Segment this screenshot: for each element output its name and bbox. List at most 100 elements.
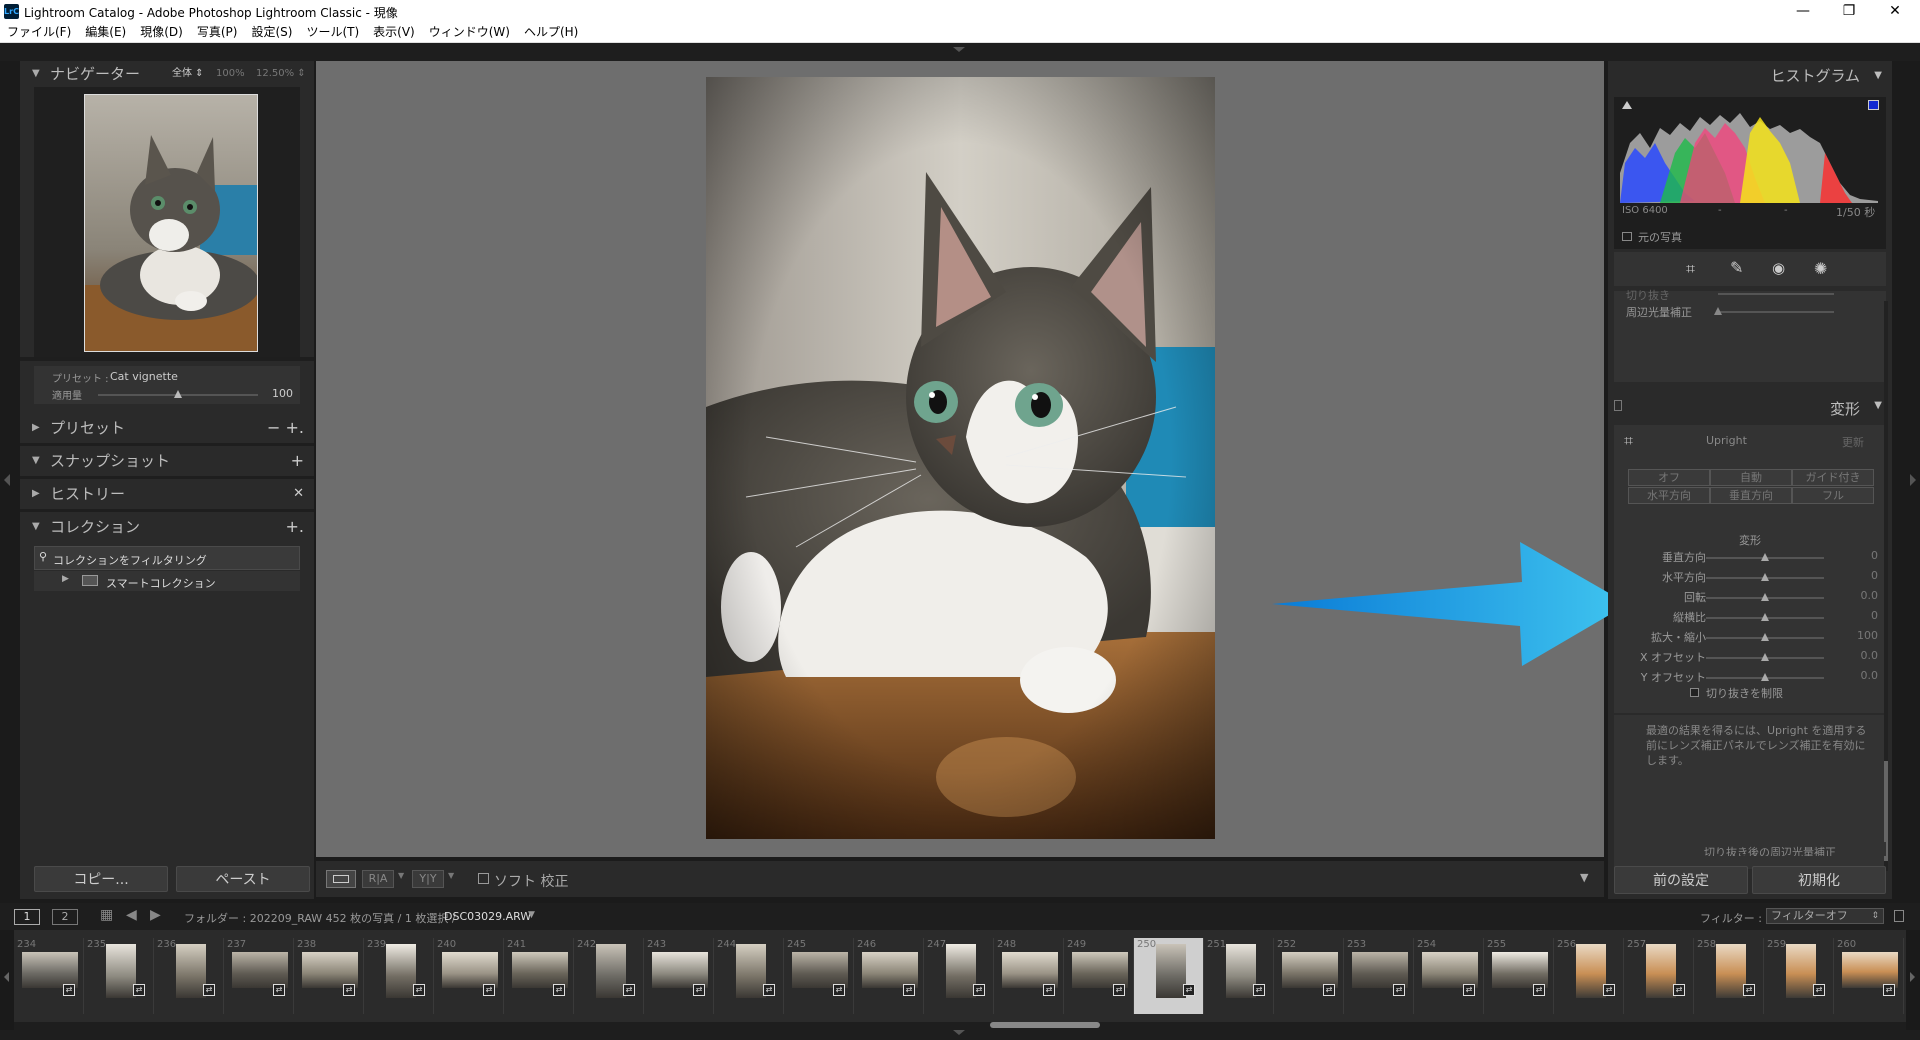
expand-triangle-icon[interactable]: ▶ xyxy=(62,574,69,584)
transform-slider-row[interactable]: 垂直方向 0 xyxy=(1608,549,1892,567)
minimize-button[interactable]: — xyxy=(1780,0,1826,22)
panel-toggle-switch[interactable] xyxy=(1614,400,1622,411)
crop-icon[interactable]: ⌗ xyxy=(1686,259,1695,279)
thumbnail-image[interactable] xyxy=(386,944,416,998)
filmstrip-thumbnail[interactable]: 255 ⇄ xyxy=(1484,938,1554,1014)
filmstrip-thumbnail[interactable]: 238 ⇄ xyxy=(294,938,364,1014)
slider-value[interactable]: 0.0 xyxy=(1838,649,1879,662)
filter-dropdown[interactable]: フィルターオフ ⇕ xyxy=(1766,908,1884,924)
original-photo-checkbox[interactable] xyxy=(1622,232,1632,241)
slider-value[interactable]: 100 xyxy=(1838,629,1878,642)
filmstrip-thumbnail[interactable]: 248 ⇄ xyxy=(994,938,1064,1014)
histogram-graph[interactable] xyxy=(1620,103,1878,203)
filmstrip-thumbnail[interactable]: 259 ⇄ xyxy=(1764,938,1834,1014)
upright-full-button[interactable]: フル xyxy=(1792,487,1874,504)
dropdown-arrow-icon[interactable]: ⇕ xyxy=(1871,909,1879,923)
dropdown-arrow-icon[interactable]: ▼ xyxy=(528,910,535,920)
previous-settings-button[interactable]: 前の設定 xyxy=(1614,866,1748,894)
filmstrip-thumbnail[interactable]: 246 ⇄ xyxy=(854,938,924,1014)
heal-icon[interactable]: ✎ xyxy=(1730,258,1743,277)
folder-info[interactable]: フォルダー : 202209_RAW 452 枚の写真 / 1 枚選択 / xyxy=(184,910,456,926)
thumbnail-image[interactable] xyxy=(792,952,848,988)
vignette-slider-track[interactable] xyxy=(1718,311,1834,313)
collapse-triangle-icon[interactable]: ▼ xyxy=(32,61,40,87)
slider-value[interactable]: 0 xyxy=(1838,609,1878,622)
partial-slider-track[interactable] xyxy=(1718,293,1834,295)
thumbnail-image[interactable] xyxy=(106,944,136,998)
thumbnail-image[interactable] xyxy=(442,952,498,988)
upright-level-button[interactable]: 水平方向 xyxy=(1628,487,1710,504)
shadow-clip-indicator-icon[interactable] xyxy=(1622,101,1632,109)
thumbnail-image[interactable] xyxy=(1072,952,1128,988)
thumbnail-image[interactable] xyxy=(22,952,78,988)
thumbnail-image[interactable] xyxy=(946,944,976,998)
navigator-thumbnail[interactable] xyxy=(84,94,258,352)
menu-develop[interactable]: 現像(D) xyxy=(133,23,190,42)
collapse-triangle-icon[interactable]: ▼ xyxy=(32,512,40,542)
thumbnail-image[interactable] xyxy=(1422,952,1478,988)
thumbnail-image[interactable] xyxy=(862,952,918,988)
thumbnail-image[interactable] xyxy=(1646,944,1676,998)
main-photo[interactable] xyxy=(706,77,1215,839)
copy-button[interactable]: コピー... xyxy=(34,866,168,892)
smart-collection-item[interactable]: ▶ スマートコレクション xyxy=(34,571,300,591)
menu-file[interactable]: ファイル(F) xyxy=(0,23,78,42)
menu-window[interactable]: ウィンドウ(W) xyxy=(422,23,517,42)
filmstrip-thumbnail[interactable]: 260 ⇄ xyxy=(1834,938,1904,1014)
grid-view-icon[interactable]: ▦ xyxy=(100,907,113,923)
filmstrip-thumbnail[interactable]: 250 ⇄ xyxy=(1134,938,1204,1014)
thumbnail-image[interactable] xyxy=(1352,952,1408,988)
close-button[interactable]: ✕ xyxy=(1872,0,1918,22)
maximize-button[interactable]: ❐ xyxy=(1826,0,1872,22)
filmstrip-thumbnail[interactable]: 257 ⇄ xyxy=(1624,938,1694,1014)
slider-thumb[interactable] xyxy=(1761,573,1769,581)
collapse-triangle-icon[interactable]: ▼ xyxy=(1874,61,1882,91)
transform-slider-row[interactable]: 回転 0.0 xyxy=(1608,589,1892,607)
amount-slider-thumb[interactable] xyxy=(174,390,182,398)
before-after-lr-button[interactable]: R|A xyxy=(362,870,394,888)
slider-thumb[interactable] xyxy=(1761,633,1769,641)
forward-arrow-icon[interactable]: ▶ xyxy=(150,907,161,923)
filmstrip-scrollbar-thumb[interactable] xyxy=(990,1022,1100,1028)
thumbnail-image[interactable] xyxy=(596,944,626,998)
slider-thumb[interactable] xyxy=(1761,653,1769,661)
filmstrip-thumbnail[interactable]: 256 ⇄ xyxy=(1554,938,1624,1014)
slider-value[interactable]: 0.0 xyxy=(1838,669,1879,682)
thumbnail-image[interactable] xyxy=(1716,944,1746,998)
filmstrip-left-arrow-icon[interactable] xyxy=(4,972,9,982)
thumbnail-image[interactable] xyxy=(1842,952,1898,988)
filmstrip-thumbnail[interactable]: 244 ⇄ xyxy=(714,938,784,1014)
top-panel-toggle-strip[interactable] xyxy=(0,43,1920,61)
filmstrip-thumbnail[interactable]: 239 ⇄ xyxy=(364,938,434,1014)
filmstrip-thumbnail[interactable]: 247 ⇄ xyxy=(924,938,994,1014)
filmstrip-thumbnail[interactable]: 249 ⇄ xyxy=(1064,938,1134,1014)
navigator-preview[interactable] xyxy=(34,87,300,357)
thumbnail-image[interactable] xyxy=(302,952,358,988)
thumbnail-image[interactable] xyxy=(176,944,206,998)
before-after-tb-button[interactable]: Y|Y xyxy=(412,870,444,888)
thumbnail-image[interactable] xyxy=(736,944,766,998)
upright-off-button[interactable]: オフ xyxy=(1628,469,1710,486)
mask-icon[interactable]: ✺ xyxy=(1814,259,1827,278)
soft-proof-checkbox[interactable] xyxy=(478,873,489,884)
highlight-clip-indicator-icon[interactable] xyxy=(1868,100,1879,110)
menu-photo[interactable]: 写真(P) xyxy=(190,23,245,42)
menu-view[interactable]: 表示(V) xyxy=(366,23,422,42)
collapse-arrow-icon[interactable] xyxy=(953,47,965,52)
thumbnail-image[interactable] xyxy=(232,952,288,988)
vignette-slider-thumb[interactable] xyxy=(1714,307,1722,315)
collections-section-header[interactable]: ▼ コレクション +. xyxy=(20,512,314,542)
thumbnail-image[interactable] xyxy=(1002,952,1058,988)
collection-add-button[interactable]: +. xyxy=(286,512,305,542)
transform-header[interactable]: 変形 ▼ xyxy=(1608,392,1892,422)
secondary-screen-button[interactable]: 2 xyxy=(52,909,78,925)
thumbnail-image[interactable] xyxy=(1156,944,1186,998)
collection-filter-field[interactable]: ⚲ コレクションをフィルタリング xyxy=(34,546,300,570)
constrain-crop-checkbox[interactable] xyxy=(1690,688,1699,697)
snapshots-section-header[interactable]: ▼ スナップショット + xyxy=(20,446,314,476)
transform-slider-row[interactable]: 水平方向 0 xyxy=(1608,569,1892,587)
filter-lock-icon[interactable] xyxy=(1894,910,1904,922)
filmstrip-thumbnail[interactable]: 242 ⇄ xyxy=(574,938,644,1014)
navigator-header[interactable]: ▼ ナビゲーター 全体 ⇕ 100% 12.50% ⇕ xyxy=(20,61,314,87)
dropdown-arrow-icon[interactable]: ▼ xyxy=(448,871,454,880)
